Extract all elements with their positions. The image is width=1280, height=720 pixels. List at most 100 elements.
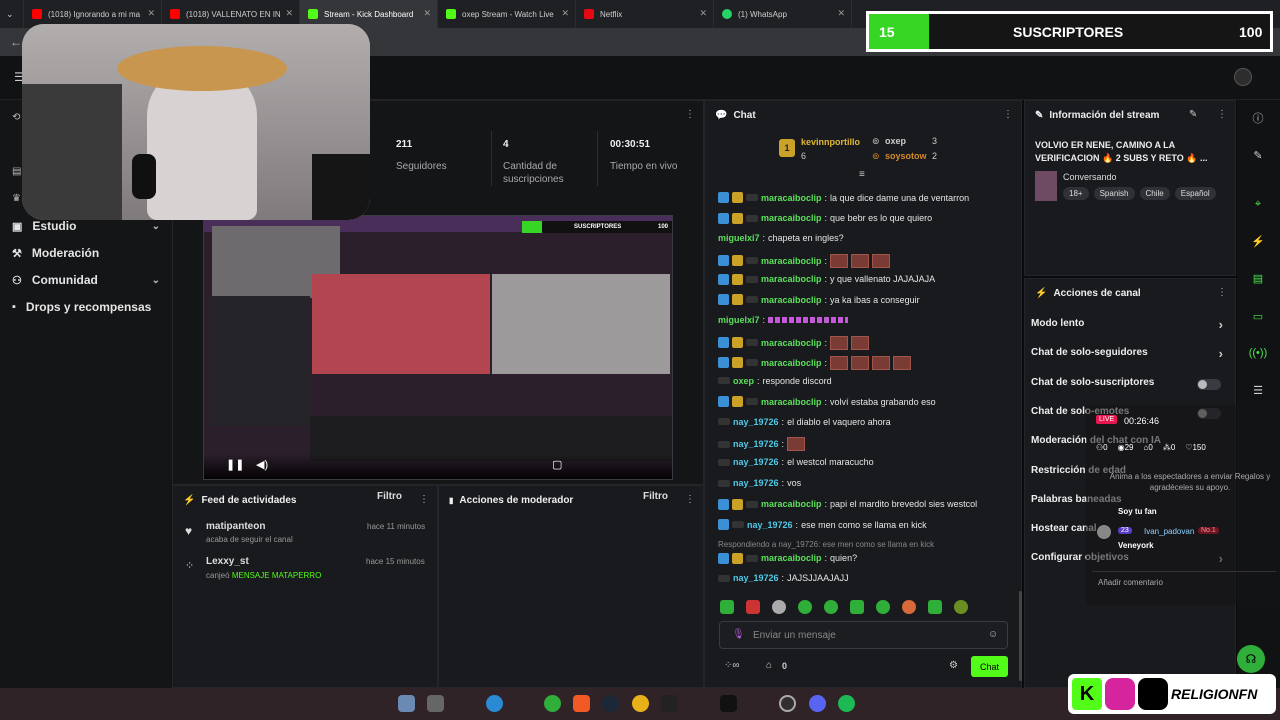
chat-username[interactable]: maracaiboclip	[761, 358, 822, 368]
more-options-icon[interactable]: ⋮	[1217, 109, 1227, 120]
chat-username[interactable]: nay_19726	[733, 439, 779, 449]
filter-icon[interactable]: ≡	[859, 169, 865, 180]
chat-username[interactable]: maracaiboclip	[761, 397, 822, 407]
emote-icon[interactable]	[772, 600, 786, 614]
activity-user[interactable]: matipanteon	[206, 521, 265, 532]
avatar[interactable]	[1234, 68, 1252, 86]
chat-username[interactable]: maracaiboclip	[761, 274, 822, 284]
emote-icon[interactable]	[720, 600, 734, 614]
back-arrow-icon[interactable]: ←	[10, 35, 22, 49]
trophy-icon[interactable]: ♛	[12, 193, 21, 204]
tag[interactable]: 18+	[1063, 187, 1089, 200]
spotify-icon[interactable]	[838, 695, 855, 712]
emote-icon[interactable]	[928, 600, 942, 614]
close-icon[interactable]: ✕	[561, 8, 569, 19]
chat-username[interactable]: maracaiboclip	[761, 553, 822, 563]
lightning-icon[interactable]: ⚡	[1248, 231, 1268, 251]
capture-icon[interactable]: ⌖	[1248, 194, 1268, 214]
fullscreen-icon[interactable]: ▢	[552, 458, 562, 471]
comment-input[interactable]: Añadir comentario	[1092, 571, 1276, 593]
chat-input[interactable]: 🎙 Enviar un mensaje ☺	[719, 621, 1008, 649]
infinity-points-icon[interactable]: ⁘∞	[724, 660, 740, 671]
discord-icon[interactable]	[809, 695, 826, 712]
channel-action-item[interactable]: Chat de solo-suscriptores	[1031, 377, 1227, 393]
close-icon[interactable]: ✕	[423, 8, 431, 19]
chat-username[interactable]: maracaiboclip	[761, 213, 822, 223]
chrome-icon[interactable]	[632, 695, 649, 712]
filter-button[interactable]: Filtro	[377, 491, 402, 502]
emote-icon[interactable]	[746, 600, 760, 614]
message-icon[interactable]: ▭	[1248, 306, 1268, 326]
layout-icon[interactable]: ☰	[1248, 380, 1268, 400]
chat-username[interactable]: nay_19726	[733, 478, 779, 488]
info-icon[interactable]: ⓘ	[1248, 108, 1268, 128]
chat-username[interactable]: maracaiboclip	[761, 193, 822, 203]
edge-icon[interactable]	[486, 695, 503, 712]
filter-button[interactable]: Filtro	[643, 491, 668, 502]
nav-item-drops[interactable]: ▪ Drops y recompensas	[12, 300, 162, 314]
emote-icon[interactable]	[954, 600, 968, 614]
analytics-icon[interactable]: ▤	[12, 166, 21, 177]
leaderboard-user[interactable]: kevinnportillo	[801, 137, 860, 147]
browser-tab-5[interactable]: Netflix ✕	[576, 0, 714, 28]
nav-item-comunidad[interactable]: ⚇ Comunidad ⌄	[12, 273, 162, 287]
emote-icon[interactable]	[876, 600, 890, 614]
chat-username[interactable]: oxep	[733, 376, 754, 386]
tiktok-icon[interactable]	[720, 695, 737, 712]
close-icon[interactable]: ✕	[147, 8, 155, 19]
file-explorer-icon[interactable]	[398, 695, 415, 712]
browser-tab-6[interactable]: (1) WhatsApp ✕	[714, 0, 852, 28]
channel-action-item[interactable]: Modo lento ›	[1031, 317, 1227, 334]
tag[interactable]: Chile	[1139, 187, 1170, 200]
channel-action-item[interactable]: Chat de solo-seguidores ›	[1031, 346, 1227, 363]
obs-icon[interactable]	[779, 695, 796, 712]
support-icon[interactable]: ☊	[1237, 645, 1265, 673]
emoji-icon[interactable]: ☺	[988, 629, 998, 640]
brave-icon[interactable]	[573, 695, 590, 712]
more-options-icon[interactable]: ⋮	[685, 494, 695, 505]
pause-icon[interactable]: ❚❚	[226, 458, 244, 471]
nav-item-estudio[interactable]: ▣ Estudio ⌄	[12, 219, 162, 233]
tag[interactable]: Español	[1174, 187, 1216, 200]
app-icon[interactable]	[427, 695, 444, 712]
emote-icon[interactable]	[902, 600, 916, 614]
dashboard-icon[interactable]: ⟲	[12, 112, 20, 123]
chat-username[interactable]: maracaiboclip	[761, 295, 822, 305]
activity-user[interactable]: Lexxy_st	[206, 556, 249, 567]
document-icon[interactable]: ▤	[1248, 268, 1268, 288]
edit-icon[interactable]: ✎	[1189, 109, 1197, 120]
edit-icon[interactable]: ✎	[1248, 145, 1268, 165]
gift-box-icon[interactable]: ⌂	[766, 660, 772, 671]
nav-item-moderacion[interactable]: ⚒ Moderación	[12, 246, 162, 260]
chat-username[interactable]: nay_19726	[733, 457, 779, 467]
leaderboard-user[interactable]: oxep	[885, 136, 906, 146]
stream-preview[interactable]: SUSCRIPTORES 100 ❚❚ ◀) ▢	[203, 215, 673, 480]
tag[interactable]: Spanish	[1093, 187, 1135, 200]
send-chat-button[interactable]: Chat	[971, 656, 1008, 677]
chat-username[interactable]: maracaiboclip	[761, 256, 822, 266]
broadcast-icon[interactable]: ((•))	[1248, 343, 1268, 363]
chat-username[interactable]: nay_19726	[733, 573, 779, 583]
chat-username[interactable]: nay_19726	[733, 417, 779, 427]
leaderboard-user[interactable]: soysotow	[885, 151, 927, 161]
more-options-icon[interactable]: ⋮	[685, 109, 695, 120]
steam-icon[interactable]	[602, 695, 619, 712]
epic-icon[interactable]	[661, 695, 678, 712]
volume-icon[interactable]: ◀)	[256, 458, 268, 471]
chat-username[interactable]: miguelxi7	[718, 233, 760, 243]
chat-username[interactable]: maracaiboclip	[761, 499, 822, 509]
toggle-switch[interactable]	[1197, 378, 1221, 390]
emote-icon[interactable]	[798, 600, 812, 614]
settings-icon[interactable]: ⚙	[949, 660, 958, 671]
browser-tab-4[interactable]: oxep Stream - Watch Live ✕	[438, 0, 576, 28]
chat-username[interactable]: miguelxi7	[718, 315, 760, 325]
xbox-icon[interactable]	[544, 695, 561, 712]
scrollbar[interactable]	[1019, 591, 1022, 681]
more-options-icon[interactable]: ⋮	[1003, 109, 1013, 120]
tab-list-button[interactable]: ⌄	[0, 0, 24, 28]
close-icon[interactable]: ✕	[699, 8, 707, 19]
emote-icon[interactable]	[824, 600, 838, 614]
emote-icon[interactable]	[850, 600, 864, 614]
microphone-icon[interactable]: 🎙	[732, 629, 745, 640]
close-icon[interactable]: ✕	[837, 8, 845, 19]
